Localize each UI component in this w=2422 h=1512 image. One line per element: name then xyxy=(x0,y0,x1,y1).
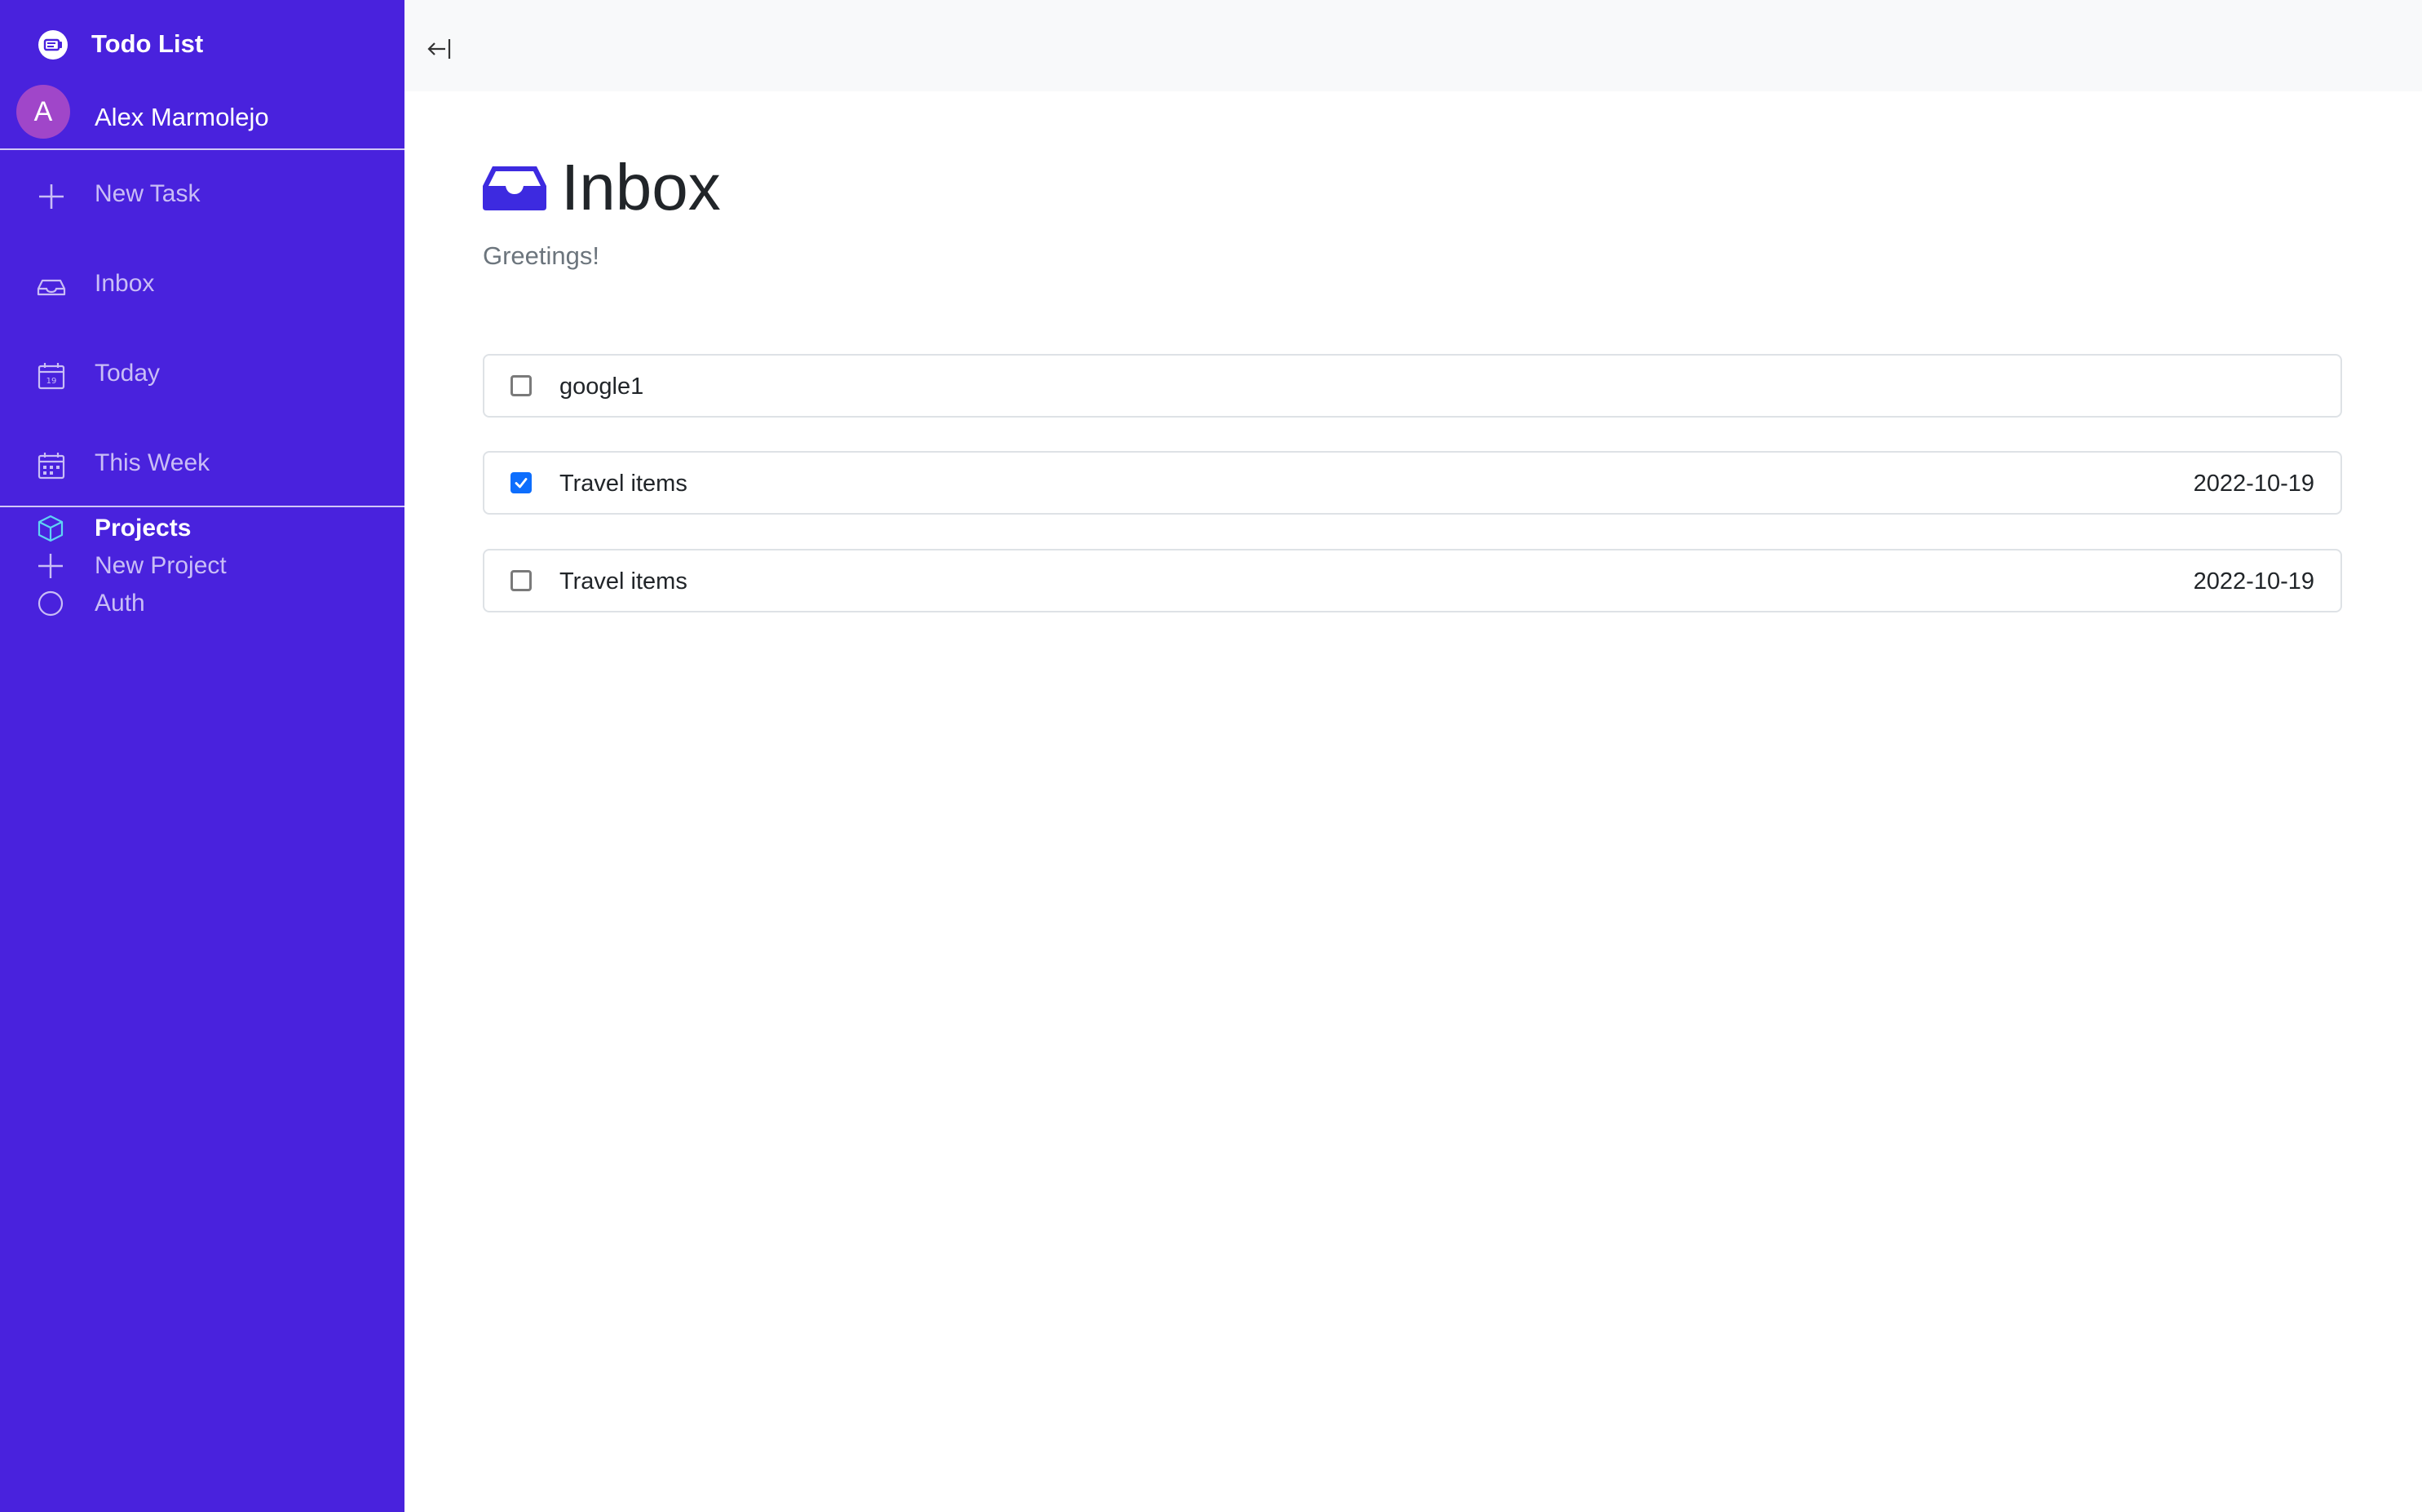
sidebar-item-label: This Week xyxy=(95,449,210,476)
task-date: 2022-10-19 xyxy=(2193,471,2314,497)
project-label: Auth xyxy=(95,590,145,617)
page-subtitle: Greetings! xyxy=(483,241,600,270)
arrow-bar-left-icon xyxy=(427,39,451,59)
todo-app: Todo List A Alex Marmolejo New Task Inbo… xyxy=(0,0,2422,1512)
sidebar-item-new-task[interactable]: New Task xyxy=(0,163,404,228)
sidebar: Todo List A Alex Marmolejo New Task Inbo… xyxy=(0,0,404,1512)
sidebar-item-today[interactable]: 19 Today xyxy=(0,343,404,408)
projects-heading-label: Projects xyxy=(95,515,192,542)
calendar-week-icon xyxy=(38,453,65,480)
task-checkbox[interactable] xyxy=(510,375,532,396)
app-title: Todo List xyxy=(91,29,204,58)
brand[interactable]: Todo List xyxy=(0,0,404,88)
sidebar-item-label: New Task xyxy=(95,180,201,207)
checkmark-icon xyxy=(515,478,528,489)
user-name: Alex Marmolejo xyxy=(95,103,269,131)
avatar: A xyxy=(16,85,70,139)
task-title: Travel items xyxy=(559,568,687,595)
svg-text:19: 19 xyxy=(46,377,57,386)
sidebar-item-inbox[interactable]: Inbox xyxy=(0,253,404,318)
box-icon xyxy=(38,515,64,542)
task-row[interactable]: Travel items 2022-10-19 xyxy=(483,451,2342,515)
project-item-auth[interactable]: Auth xyxy=(0,586,404,621)
top-bar xyxy=(404,0,2422,91)
user-profile[interactable]: A Alex Marmolejo xyxy=(0,85,404,148)
task-date: 2022-10-19 xyxy=(2193,568,2314,595)
task-checkbox[interactable] xyxy=(510,472,532,493)
sidebar-divider xyxy=(0,148,404,150)
projects-heading[interactable]: Projects xyxy=(0,511,404,546)
sidebar-item-this-week[interactable]: This Week xyxy=(0,432,404,497)
task-checkbox[interactable] xyxy=(510,570,532,591)
page-title: Inbox xyxy=(561,151,721,223)
plus-icon xyxy=(38,554,63,578)
calendar-day-icon: 19 xyxy=(38,363,65,390)
inbox-icon xyxy=(37,279,66,296)
collapse-sidebar-button[interactable] xyxy=(424,33,457,65)
circle-icon xyxy=(38,590,64,617)
task-title: google1 xyxy=(559,374,644,400)
task-row[interactable]: google1 xyxy=(483,354,2342,418)
new-project-button[interactable]: New Project xyxy=(0,548,404,584)
sidebar-item-label: Today xyxy=(95,360,161,387)
checklist-icon xyxy=(38,30,68,60)
sidebar-divider xyxy=(0,506,404,507)
task-row[interactable]: Travel items 2022-10-19 xyxy=(483,549,2342,612)
inbox-fill-icon xyxy=(483,166,546,210)
new-project-label: New Project xyxy=(95,552,227,579)
plus-icon xyxy=(39,184,64,209)
task-title: Travel items xyxy=(559,471,687,497)
sidebar-item-label: Inbox xyxy=(95,270,155,297)
